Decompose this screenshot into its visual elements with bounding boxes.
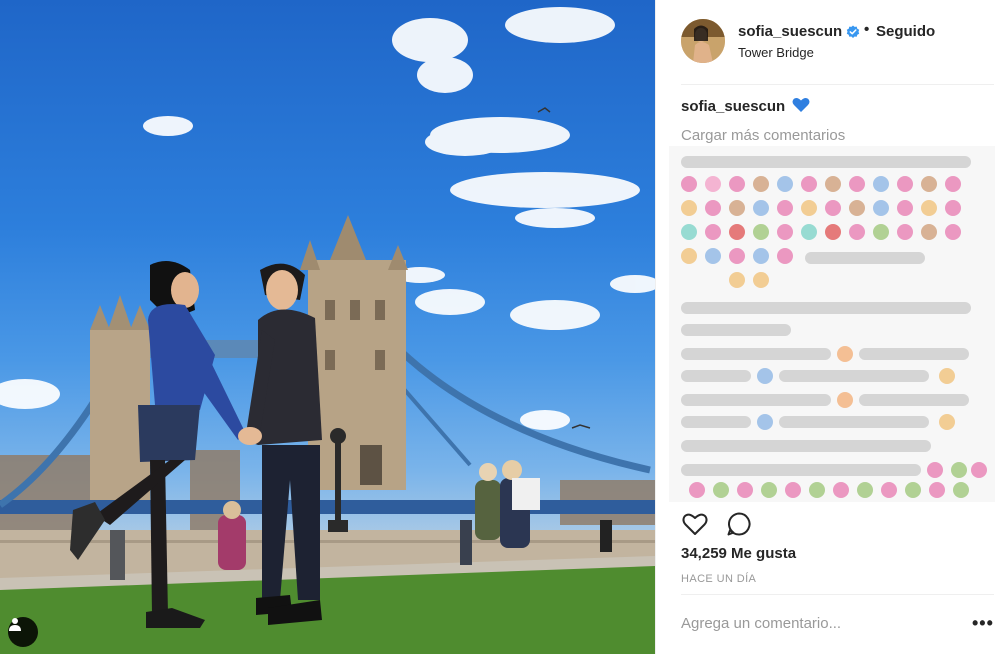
post-photo[interactable] [0, 0, 655, 654]
action-bar [681, 510, 994, 538]
blue-heart-icon [792, 97, 810, 112]
verified-badge-icon [846, 25, 860, 38]
comment-input[interactable] [681, 606, 961, 640]
post-sidebar: sofia_suescun • Seguido Tower Bridge sof… [655, 0, 1006, 654]
likes-count[interactable]: 34,259 Me gusta [681, 545, 796, 562]
follow-status-button[interactable]: Seguido [876, 23, 935, 40]
blurred-comments [669, 146, 995, 502]
heart-outline-icon[interactable] [681, 510, 709, 538]
username-link[interactable]: sofia_suescun [738, 23, 842, 40]
more-options-button[interactable]: ••• [972, 613, 994, 634]
location-link[interactable]: Tower Bridge [738, 45, 814, 60]
header-divider [681, 84, 994, 85]
avatar-image [681, 19, 725, 63]
load-more-comments-button[interactable]: Cargar más comentarios [681, 127, 845, 144]
speech-bubble-icon[interactable] [725, 510, 753, 538]
user-tag-icon [9, 618, 21, 631]
caption-username[interactable]: sofia_suescun [681, 98, 785, 115]
avatar[interactable] [681, 19, 725, 63]
comment-divider [681, 594, 994, 595]
separator-dot: • [864, 21, 870, 38]
left-tower [90, 295, 150, 500]
user-tag-button[interactable] [8, 617, 38, 647]
post-timestamp[interactable]: HACE UN DÍA [681, 573, 756, 585]
tower-bridge-scene [0, 7, 655, 654]
caption: sofia_suescun [681, 97, 810, 115]
post-header: sofia_suescun • Seguido Tower Bridge [656, 0, 1006, 84]
cable-right [377, 327, 651, 474]
